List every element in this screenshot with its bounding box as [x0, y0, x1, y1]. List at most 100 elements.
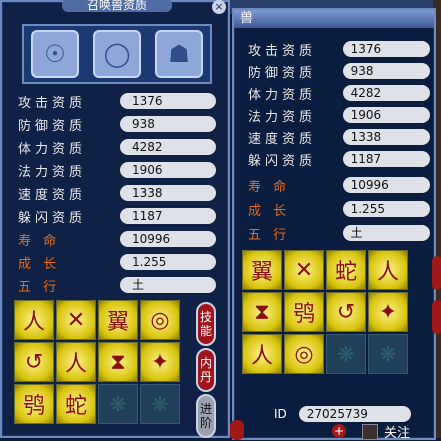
stat-dodge: 躲闪资质 1187 — [18, 207, 218, 226]
skill-icon[interactable]: 蛇 — [56, 384, 96, 424]
skill-icon[interactable]: ✕ — [284, 250, 324, 290]
stat-value: 1338 — [342, 129, 430, 145]
stat-value: 10996 — [120, 231, 216, 247]
stat-label: 防御资质 — [18, 118, 87, 134]
stat-label: 法力资质 — [248, 109, 317, 125]
skill-icon[interactable]: ✦ — [140, 342, 180, 382]
stat-growth: 成 长 1.255 — [18, 253, 218, 272]
skill-icon[interactable]: 鸮 — [284, 292, 324, 332]
stat-value: 10996 — [342, 177, 430, 193]
stat-label: 躲闪资质 — [18, 210, 87, 226]
stat-dodge: 躲闪资质 1187 — [248, 150, 430, 169]
stat-value: 1376 — [120, 93, 216, 109]
skill-grid: 翼 ✕ 蛇 人 ⧗ 鸮 ↺ ✦ 人 ◎ ❋ ❋ — [242, 250, 408, 374]
stat-defense: 防御资质 938 — [18, 115, 218, 134]
window-title: 兽 — [234, 10, 434, 28]
stat-value: 1187 — [120, 208, 216, 224]
side-tab[interactable] — [432, 256, 441, 290]
stat-label: 寿 命 — [18, 233, 61, 249]
skill-icon[interactable]: ↺ — [326, 292, 366, 332]
stat-growth: 成 长 1.255 — [248, 200, 430, 219]
stat-value: 938 — [342, 63, 430, 79]
stat-value: 1187 — [342, 151, 430, 167]
skill-icon[interactable]: ◎ — [140, 300, 180, 340]
stat-lifespan: 寿 命 10996 — [18, 230, 218, 249]
skill-icon[interactable]: ◎ — [284, 334, 324, 374]
follow-label: 关注 — [384, 426, 411, 441]
stat-stamina: 体力资质 4282 — [18, 138, 218, 157]
stat-value: 4282 — [120, 139, 216, 155]
stat-value: 1.255 — [120, 254, 216, 270]
skill-icon[interactable]: 鸮 — [14, 384, 54, 424]
stat-value: 4282 — [342, 85, 430, 101]
stat-attack: 攻击资质 1376 — [18, 92, 218, 111]
skill-icon[interactable]: 人 — [368, 250, 408, 290]
skill-icon[interactable]: 人 — [242, 334, 282, 374]
stat-mana: 法力资质 1906 — [18, 161, 218, 180]
stat-label: 防御资质 — [248, 65, 317, 81]
stat-label: 寿 命 — [248, 179, 291, 195]
skill-icon[interactable]: ✕ — [56, 300, 96, 340]
skill-icon[interactable]: ⧗ — [98, 342, 138, 382]
bottom-left-tab[interactable] — [230, 420, 244, 440]
stat-label: 法力资质 — [18, 164, 87, 180]
skill-icon[interactable]: ⧗ — [242, 292, 282, 332]
skill-icon[interactable]: 蛇 — [326, 250, 366, 290]
skills-button[interactable]: 技能 — [196, 302, 216, 346]
advance-button[interactable]: 进阶 — [196, 394, 216, 438]
stat-defense: 防御资质 938 — [248, 62, 430, 81]
stat-label: 攻击资质 — [248, 43, 317, 59]
armor-icon[interactable]: ☗ — [155, 30, 203, 78]
skill-icon[interactable]: ↺ — [14, 342, 54, 382]
stat-value: 1376 — [342, 41, 430, 57]
stat-label: 五 行 — [18, 279, 61, 295]
stat-label: 速度资质 — [248, 131, 317, 147]
stat-value: 1.255 — [342, 201, 430, 217]
stat-label: 体力资质 — [18, 141, 87, 157]
stat-label: 躲闪资质 — [248, 153, 317, 169]
shoe-icon[interactable]: ☉ — [31, 30, 79, 78]
empty-skill-slot[interactable]: ❋ — [140, 384, 180, 424]
id-label: ID — [274, 407, 287, 421]
follow-checkbox[interactable] — [362, 423, 378, 440]
stat-attack: 攻击资质 1376 — [248, 40, 430, 59]
stat-label: 成 长 — [18, 256, 61, 272]
pet-aptitude-window: 召唤兽资质 × ☉ ◯ ☗ 攻击资质 1376 防御资质 938 体力资质 42… — [0, 0, 230, 438]
skill-icon[interactable]: 人 — [56, 342, 96, 382]
stat-value: 1338 — [120, 185, 216, 201]
window-title: 召唤兽资质 — [62, 0, 172, 12]
close-icon[interactable]: × — [212, 0, 226, 14]
stat-stamina: 体力资质 4282 — [248, 84, 430, 103]
equipment-slots: ☉ ◯ ☗ — [22, 24, 212, 84]
necklace-icon[interactable]: ◯ — [93, 30, 141, 78]
empty-skill-slot[interactable]: ❋ — [326, 334, 366, 374]
skill-icon[interactable]: 翼 — [98, 300, 138, 340]
stat-value: 土 — [342, 225, 430, 241]
stat-speed: 速度资质 1338 — [248, 128, 430, 147]
plus-button[interactable]: + — [332, 424, 346, 438]
stat-element: 五 行 土 — [18, 276, 218, 295]
empty-skill-slot[interactable]: ❋ — [368, 334, 408, 374]
side-tab[interactable] — [432, 300, 441, 334]
stat-label: 体力资质 — [248, 87, 317, 103]
skill-icon[interactable]: 人 — [14, 300, 54, 340]
stat-label: 成 长 — [248, 203, 291, 219]
stat-label: 速度资质 — [18, 187, 87, 203]
follow-toggle[interactable]: 关注 — [362, 422, 410, 441]
skill-icon[interactable]: 翼 — [242, 250, 282, 290]
stat-speed: 速度资质 1338 — [18, 184, 218, 203]
empty-skill-slot[interactable]: ❋ — [98, 384, 138, 424]
stat-value: 土 — [120, 277, 216, 293]
pet-detail-window: 兽 攻击资质 1376 防御资质 938 体力资质 4282 法力资质 1906… — [230, 8, 441, 441]
inner-core-button[interactable]: 内丹 — [196, 348, 216, 392]
id-value: 27025739 — [298, 406, 411, 422]
pet-id-row: ID 27025739 — [274, 406, 411, 422]
stat-element: 五 行 土 — [248, 224, 430, 243]
stat-label: 五 行 — [248, 227, 291, 243]
stat-value: 1906 — [342, 107, 430, 123]
skill-icon[interactable]: ✦ — [368, 292, 408, 332]
stat-value: 1906 — [120, 162, 216, 178]
skill-grid: 人 ✕ 翼 ◎ ↺ 人 ⧗ ✦ 鸮 蛇 ❋ ❋ — [14, 300, 180, 424]
stat-label: 攻击资质 — [18, 95, 87, 111]
stat-lifespan: 寿 命 10996 — [248, 176, 430, 195]
